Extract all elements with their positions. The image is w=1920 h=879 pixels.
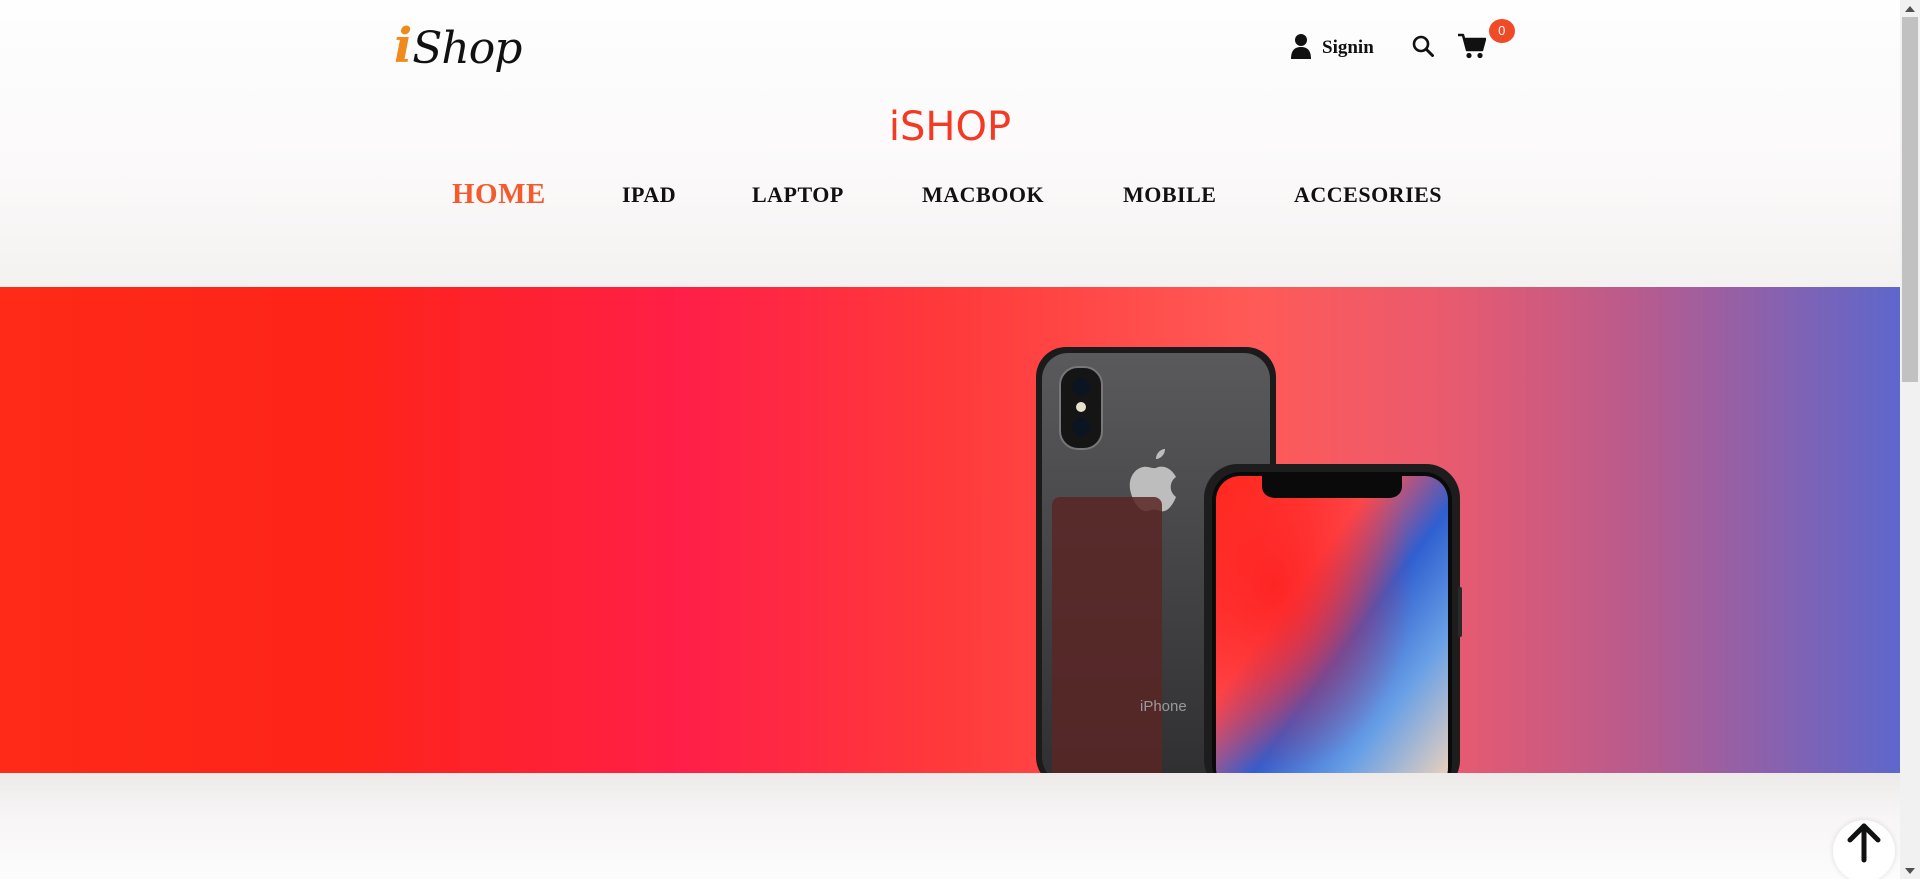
- main-nav: HOME IPAD LAPTOP MACBOOK MOBILE ACCESORI…: [0, 178, 1900, 214]
- nav-item-macbook[interactable]: MACBOOK: [922, 182, 1044, 208]
- logo-text: Shop: [412, 23, 522, 74]
- nav-item-ipad[interactable]: IPAD: [622, 182, 676, 208]
- nav-item-mobile[interactable]: MOBILE: [1123, 182, 1216, 208]
- nav-item-accesories[interactable]: ACCESORIES: [1294, 182, 1442, 208]
- cart-count-badge: 0: [1488, 18, 1515, 43]
- search-icon: [1412, 35, 1434, 62]
- svg-text:iPhone: iPhone: [1140, 698, 1187, 715]
- vertical-scrollbar[interactable]: [1900, 0, 1920, 879]
- user-icon: [1290, 33, 1312, 64]
- scroll-down-arrow[interactable]: [1900, 862, 1920, 879]
- hero-banner: iPhone: [0, 287, 1900, 773]
- arrow-up-icon: [1844, 820, 1884, 869]
- brand-title: iSHOP: [888, 104, 1012, 150]
- logo[interactable]: i Shop: [394, 14, 522, 74]
- signin-label: Signin: [1322, 37, 1374, 58]
- cart-button[interactable]: 0: [1457, 18, 1515, 64]
- site-header: i Shop Signin 0 iSHOP HOME IPAD LAPTOP M…: [0, 0, 1900, 287]
- scroll-up-arrow[interactable]: [1900, 0, 1920, 17]
- scrollbar-thumb[interactable]: [1902, 17, 1918, 382]
- cart-icon: [1457, 33, 1487, 64]
- content-area: [0, 773, 1900, 879]
- nav-item-laptop[interactable]: LAPTOP: [752, 182, 844, 208]
- hero-phone-image: iPhone: [1036, 347, 1462, 773]
- page: i Shop Signin 0 iSHOP HOME IPAD LAPTOP M…: [0, 0, 1920, 879]
- nav-item-home[interactable]: HOME: [452, 178, 546, 211]
- logo-letter-i: i: [394, 18, 412, 74]
- header-actions: Signin 0: [1290, 18, 1515, 66]
- search-button[interactable]: [1412, 35, 1434, 62]
- back-to-top-button[interactable]: [1833, 820, 1895, 879]
- signin-link[interactable]: Signin: [1290, 33, 1374, 64]
